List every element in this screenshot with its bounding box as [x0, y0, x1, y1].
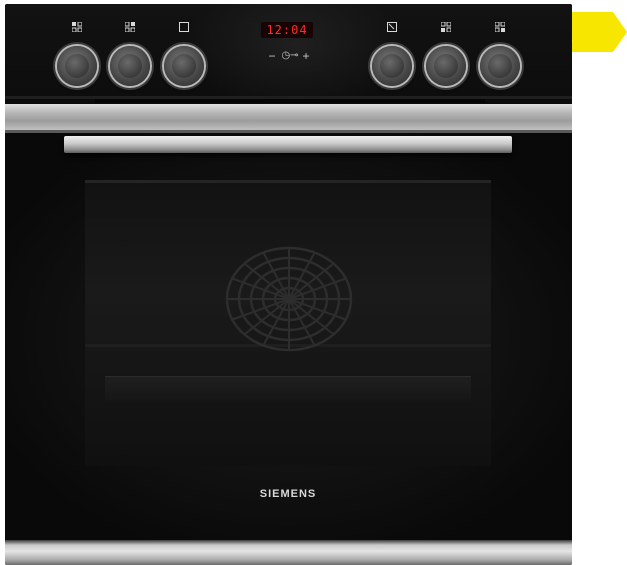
- oven-rack: [105, 376, 471, 401]
- knob-indicator-dot: [129, 43, 131, 45]
- hob-knob-5[interactable]: [480, 46, 520, 86]
- hob-knob-1[interactable]: [57, 46, 97, 86]
- zone-four-square-icon: [125, 22, 135, 32]
- fan-cover-icon: [225, 246, 353, 352]
- zone-four-square-icon: [495, 22, 505, 32]
- hob-knob-4[interactable]: [426, 46, 466, 86]
- clock-plus-button[interactable]: +: [301, 50, 311, 62]
- zone-four-square-icon: [441, 22, 451, 32]
- oven-function-knob[interactable]: [372, 46, 412, 86]
- zone-four-square-icon: [72, 22, 82, 32]
- door-bottom-trim: [5, 540, 572, 565]
- knob-indicator-dot: [183, 43, 185, 45]
- knob-indicator-dot: [391, 43, 393, 45]
- knob-indicator-dot: [445, 43, 447, 45]
- zone-single-square-icon: [179, 22, 189, 32]
- oven: 12:04 − ◷⊸ + SIEMENS: [5, 4, 572, 565]
- brand-logo: SIEMENS: [259, 488, 317, 500]
- control-panel: 12:04 − ◷⊸ +: [5, 4, 572, 114]
- clock-timer-icon[interactable]: ◷⊸: [280, 50, 300, 62]
- hob-knob-2[interactable]: [110, 46, 150, 86]
- clock-minus-button[interactable]: −: [267, 50, 277, 62]
- knob-indicator-dot: [499, 43, 501, 45]
- door-handle[interactable]: [64, 136, 512, 153]
- clock-time: 12:04: [266, 23, 308, 37]
- clock-display: 12:04: [261, 22, 313, 38]
- knob-indicator-dot: [76, 43, 78, 45]
- oven-function-icon: [387, 22, 397, 32]
- hob-knob-3[interactable]: [164, 46, 204, 86]
- door-top-trim: [5, 104, 572, 132]
